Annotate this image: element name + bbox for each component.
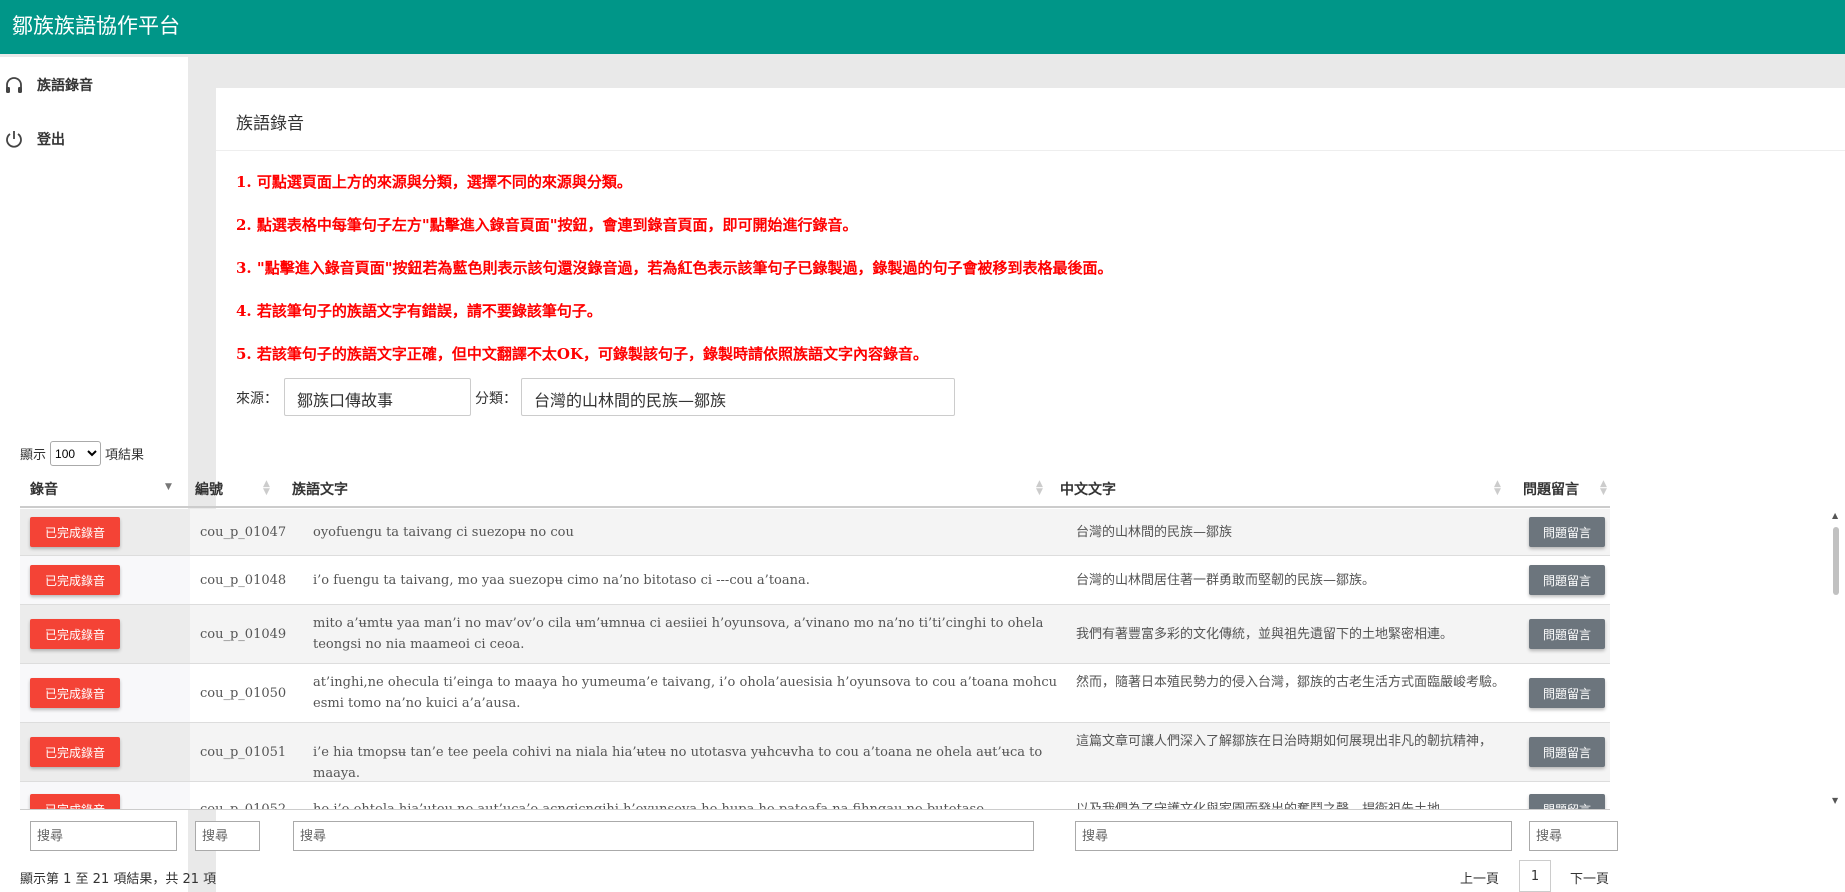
row-chinese-text: 台灣的山林間居住著一群勇敢而堅韌的民族—鄒族。	[1076, 573, 1376, 588]
table-info: 顯示第 1 至 21 項結果，共 21 項	[20, 872, 217, 887]
table-row: 已完成錄音 cou_p_01048 i’o fuengu ta taivang,…	[20, 556, 1610, 605]
row-id: cou_p_01049	[200, 627, 287, 642]
comment-button[interactable]: 問題留言	[1529, 517, 1605, 547]
table-footer-search	[20, 809, 1618, 859]
top-bar: 鄒族族語協作平台	[0, 0, 1845, 54]
row-id: cou_p_01050	[200, 686, 287, 701]
sort-icon: ▲ ▼	[1600, 479, 1607, 497]
search-recording-input[interactable]	[30, 821, 177, 851]
pager-prev-link[interactable]: 上一頁	[1460, 868, 1499, 887]
sort-icon: ▲ ▼	[1036, 479, 1043, 497]
length-suffix: 項結果	[105, 448, 145, 463]
app-title: 鄒族族語協作平台	[12, 14, 180, 38]
row-chinese-text: 台灣的山林間的民族—鄒族	[1076, 525, 1233, 540]
scroll-up-icon[interactable]: ▲	[1832, 511, 1838, 520]
category-label: 分類：	[475, 391, 517, 407]
instruction-1: 1. 可點選頁面上方的來源與分類，選擇不同的來源與分類。	[236, 173, 632, 191]
header-tsou[interactable]: 族語文字	[292, 470, 348, 508]
comment-button[interactable]: 問題留言	[1529, 737, 1605, 767]
recorded-button[interactable]: 已完成錄音	[30, 794, 120, 809]
table-row: 已完成錄音 cou_p_01047 oyofuengu ta taivang c…	[20, 509, 1610, 556]
card-header: 族語錄音	[216, 88, 1845, 151]
recorded-button[interactable]: 已完成錄音	[30, 737, 120, 767]
row-id: cou_p_01047	[200, 525, 287, 540]
comment-button[interactable]: 問題留言	[1529, 678, 1605, 708]
recorded-button[interactable]: 已完成錄音	[30, 565, 120, 595]
search-id-input[interactable]	[195, 821, 260, 851]
table-body: 已完成錄音 cou_p_01047 oyofuengu ta taivang c…	[20, 509, 1610, 809]
header-recording[interactable]: 錄音	[30, 470, 58, 508]
row-tsou-text: i’e hia tmopsʉ tan’e tee peela cohivi na…	[313, 745, 1043, 781]
recorded-button[interactable]: 已完成錄音	[30, 517, 120, 547]
sort-icon: ▲ ▼	[263, 479, 270, 497]
comment-button[interactable]: 問題留言	[1529, 565, 1605, 595]
table-header: 錄音 ▼ 編號 ▲ ▼ 族語文字 ▲ ▼ 中文文字 ▲ ▼ 問題留言 ▲ ▼	[20, 470, 1610, 508]
row-chinese-text: 這篇文章可讓人們深入了解鄒族在日治時期如何展現出非凡的韌抗精神，	[1076, 734, 1493, 749]
row-id: cou_p_01048	[200, 573, 287, 588]
search-chinese-input[interactable]	[1075, 821, 1512, 851]
header-comment[interactable]: 問題留言	[1523, 470, 1579, 508]
sidebar-item-recording[interactable]: 族語錄音	[0, 65, 188, 105]
table-row: 已完成錄音 cou_p_01052 ho i’o ohtola hia’ʉteʉ…	[20, 782, 1610, 809]
instruction-5: 5. 若該筆句子的族語文字正確，但中文翻譯不太OK，可錄製該句子，錄製時請依照族…	[236, 345, 928, 363]
table-scrollbar[interactable]: ▲ ▼	[1829, 509, 1843, 809]
recorded-button[interactable]: 已完成錄音	[30, 619, 120, 649]
row-tsou-text: ho i’o ohtola hia’ʉteʉ no aʉt’ʉca’o acng…	[313, 799, 1058, 809]
comment-button[interactable]: 問題留言	[1529, 619, 1605, 649]
row-id: cou_p_01052	[200, 799, 286, 809]
pager-next-link[interactable]: 下一頁	[1570, 868, 1609, 887]
scroll-down-icon[interactable]: ▼	[1832, 796, 1838, 805]
instruction-3: 3. "點擊進入錄音頁面"按鈕若為藍色則表示該句還沒錄音過，若為紅色表示該筆句子…	[236, 259, 1113, 277]
row-chinese-text: 我們有著豐富多彩的文化傳統，並與祖先遺留下的土地緊密相連。	[1076, 627, 1454, 642]
page-title: 族語錄音	[236, 114, 304, 134]
scrollbar-thumb[interactable]	[1833, 527, 1839, 595]
source-label: 來源：	[236, 391, 278, 407]
sidebar-item-label: 登出	[37, 132, 65, 148]
source-select[interactable]: 鄒族口傳故事	[284, 378, 471, 416]
table-row: 已完成錄音 cou_p_01051 i’e hia tmopsʉ tan’e t…	[20, 723, 1610, 782]
row-tsou-text: oyofuengu ta taivang ci suezopʉ no cou	[313, 525, 574, 540]
length-prefix: 顯示	[20, 448, 47, 463]
sidebar-item-logout[interactable]: 登出	[0, 119, 188, 159]
row-tsou-text: mito a’ʉmtʉ yaa man’i no mav’ov’o cila ʉ…	[313, 616, 1044, 652]
power-icon	[4, 129, 24, 149]
row-chinese-text: 然而，隨著日本殖民勢力的侵入台灣，鄒族的古老生活方式面臨嚴峻考驗。	[1076, 675, 1506, 690]
instruction-4: 4. 若該筆句子的族語文字有錯誤，請不要錄該筆句子。	[236, 302, 602, 320]
row-id: cou_p_01051	[200, 745, 287, 760]
pager-page-button[interactable]: 1	[1519, 860, 1551, 892]
search-tsou-input[interactable]	[293, 821, 1034, 851]
headphones-icon	[4, 75, 24, 95]
sidebar-item-label: 族語錄音	[37, 78, 93, 94]
header-chinese[interactable]: 中文文字	[1060, 470, 1116, 508]
length-menu: 顯示 100 項結果	[20, 441, 144, 466]
table-row: 已完成錄音 cou_p_01050 at’inghi,ne ohecula ti…	[20, 664, 1610, 723]
row-tsou-text: at’inghi,ne ohecula ti’einga to maaya ho…	[313, 675, 1057, 711]
search-comment-input[interactable]	[1529, 821, 1618, 851]
recorded-button[interactable]: 已完成錄音	[30, 678, 120, 708]
sort-icon: ▲ ▼	[1494, 479, 1501, 497]
category-select[interactable]: 台灣的山林間的民族—鄒族	[521, 378, 955, 416]
header-id[interactable]: 編號	[195, 470, 223, 508]
row-tsou-text: i’o fuengu ta taivang, mo yaa suezopʉ ci…	[313, 573, 810, 588]
length-select[interactable]: 100	[50, 441, 102, 466]
instruction-2: 2. 點選表格中每筆句子左方"點擊進入錄音頁面"按鈕，會連到錄音頁面，即可開始進…	[236, 216, 858, 234]
comment-button[interactable]: 問題留言	[1529, 794, 1605, 809]
row-chinese-text: 以及我們為了守護文化與家園而發出的奮鬥之聲，捍衛祖先土地	[1076, 799, 1516, 809]
table-row: 已完成錄音 cou_p_01049 mito a’ʉmtʉ yaa man’i …	[20, 605, 1610, 664]
sort-desc-icon: ▼	[165, 482, 172, 492]
